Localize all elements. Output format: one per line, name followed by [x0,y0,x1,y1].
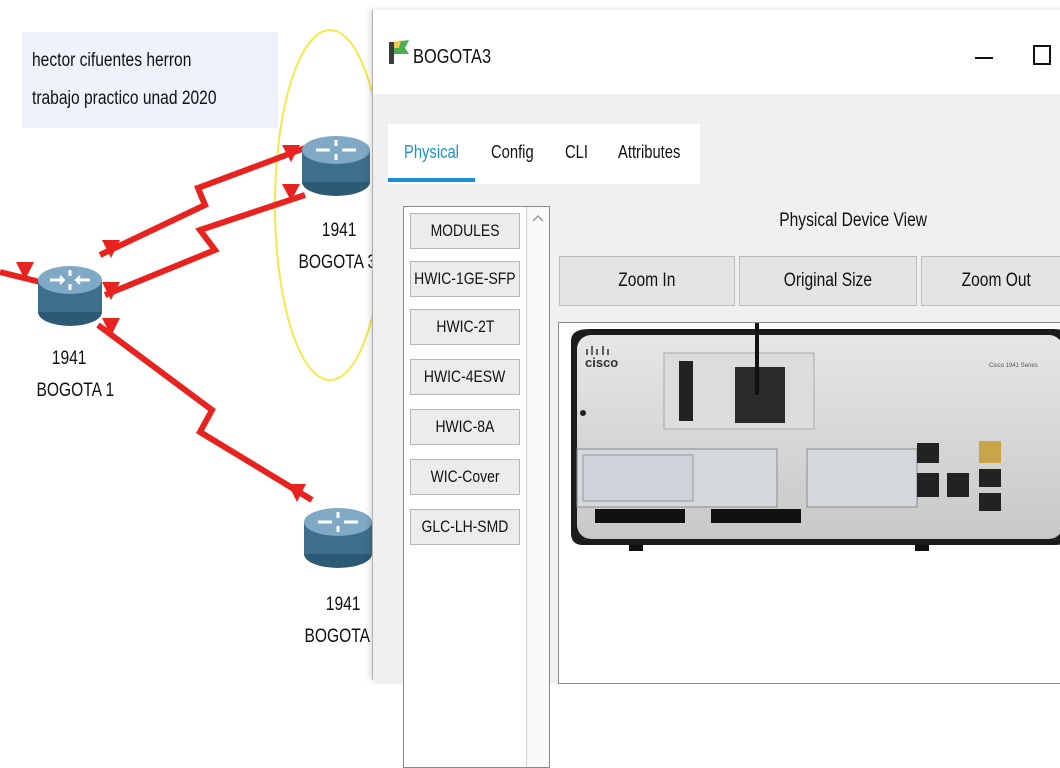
router-icon[interactable] [36,258,106,338]
minimize-icon[interactable] [967,38,1001,72]
module-header-button[interactable]: MODULES [410,213,520,249]
module-list[interactable]: MODULES HWIC-1GE-SFP HWIC-2T HWIC-4ESW H… [403,206,550,768]
link-offscreen [0,269,41,285]
router-model-b1: 1941 [51,348,87,369]
module-hwic-2t[interactable]: HWIC-2T [410,309,520,345]
tab-cli[interactable]: CLI [565,142,588,163]
series-label: Cisco 1941 Series [989,363,1038,369]
zoom-in-button[interactable]: Zoom In [559,256,735,306]
router-model-b3: 1941 [321,220,357,241]
original-size-button[interactable]: Original Size [739,256,917,306]
scroll-up-icon[interactable] [527,207,549,227]
module-hwic-1ge-sfp[interactable]: HWIC-1GE-SFP [410,261,520,297]
title-bar[interactable]: BOGOTA3 [373,10,1060,94]
link-b1-b2 [96,322,314,503]
app-icon [389,40,409,64]
zoom-out-button[interactable]: Zoom Out [921,256,1060,306]
module-hwic-8a[interactable]: HWIC-8A [410,409,520,445]
router-name-b1: BOGOTA 1 [36,380,115,401]
window-title: BOGOTA3 [413,46,492,68]
router-icon[interactable] [302,500,372,580]
physical-device-view-title: Physical Device View [779,210,928,231]
module-glc-lh-smd[interactable]: GLC-LH-SMD [410,509,520,545]
router-model-b2: 1941 [325,594,361,615]
module-wic-cover[interactable]: WIC-Cover [410,459,520,495]
router-name-b3: BOGOTA 3 [298,252,377,273]
router-name-b2: BOGOTA 2 [304,626,383,647]
tab-config[interactable]: Config [491,142,534,163]
active-tab-indicator [388,178,475,182]
tab-physical[interactable]: Physical [404,142,459,163]
module-scrollbar[interactable] [526,207,549,767]
device-view-panel[interactable]: cisco Cisco 1941 Series [558,322,1060,684]
maximize-icon[interactable] [1025,38,1059,72]
cisco-logo: cisco [585,355,618,370]
router-icon[interactable] [300,128,370,208]
tab-attributes[interactable]: Attributes [618,142,680,163]
router-chassis-image: cisco Cisco 1941 Series [571,323,1060,551]
module-hwic-4esw[interactable]: HWIC-4ESW [410,359,520,395]
device-window[interactable]: BOGOTA3 Physical Config CLI Attributes M… [372,10,1060,768]
tab-bar: Physical Config CLI Attributes [388,124,700,184]
